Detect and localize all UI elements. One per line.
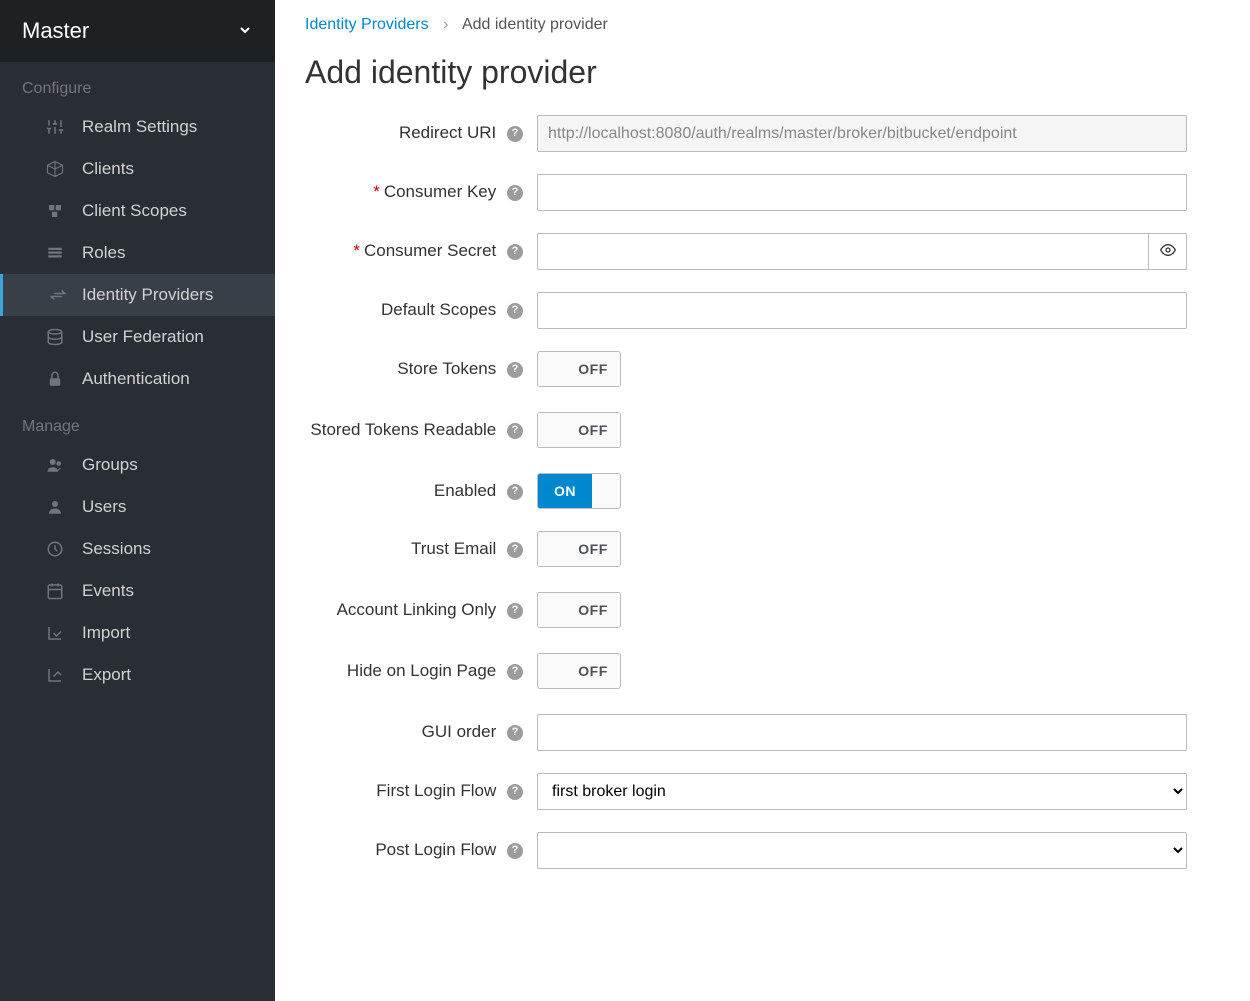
help-icon[interactable]: ? — [507, 603, 523, 619]
sidebar-item-label: Sessions — [82, 539, 151, 559]
section-header-manage: Manage — [0, 400, 275, 444]
consumer-secret-input[interactable] — [537, 233, 1149, 270]
gui-order-input[interactable] — [537, 714, 1187, 751]
sidebar-item-realm-settings[interactable]: Realm Settings — [0, 106, 275, 148]
sidebar: Master Configure Realm Settings Clients … — [0, 0, 275, 1001]
database-icon — [44, 326, 66, 348]
account-linking-only-label: Account Linking Only ? — [305, 592, 537, 622]
realm-selector[interactable]: Master — [0, 0, 275, 62]
sidebar-item-clients[interactable]: Clients — [0, 148, 275, 190]
first-login-flow-label: First Login Flow ? — [305, 773, 537, 803]
realm-name: Master — [22, 18, 89, 44]
help-icon[interactable]: ? — [507, 303, 523, 319]
clock-icon — [44, 538, 66, 560]
hide-on-login-page-toggle[interactable]: ONOFF — [537, 653, 621, 689]
sidebar-item-label: Authentication — [82, 369, 190, 389]
gui-order-label: GUI order ? — [305, 714, 537, 744]
help-icon[interactable]: ? — [507, 542, 523, 558]
help-icon[interactable]: ? — [507, 423, 523, 439]
post-login-flow-select[interactable] — [537, 832, 1187, 869]
trust-email-toggle[interactable]: ONOFF — [537, 531, 621, 567]
main-content: Identity Providers › Add identity provid… — [275, 0, 1250, 1001]
chevron-down-icon — [237, 22, 253, 41]
default-scopes-label: Default Scopes ? — [305, 292, 537, 322]
sidebar-item-export[interactable]: Export — [0, 654, 275, 696]
sidebar-item-label: Export — [82, 665, 131, 685]
list-icon — [44, 242, 66, 264]
reveal-password-button[interactable] — [1149, 233, 1187, 270]
breadcrumb: Identity Providers › Add identity provid… — [305, 16, 1220, 34]
sidebar-item-label: Users — [82, 497, 126, 517]
help-icon[interactable]: ? — [507, 126, 523, 142]
enabled-toggle[interactable]: ONOFF — [537, 473, 621, 509]
consumer-key-input[interactable] — [537, 174, 1187, 211]
consumer-key-label: *Consumer Key ? — [305, 174, 537, 204]
help-icon[interactable]: ? — [507, 784, 523, 800]
sliders-icon — [44, 116, 66, 138]
sidebar-item-identity-providers[interactable]: Identity Providers — [0, 274, 275, 316]
help-icon[interactable]: ? — [507, 664, 523, 680]
section-header-configure: Configure — [0, 62, 275, 106]
chevron-right-icon: › — [443, 16, 448, 33]
sidebar-item-sessions[interactable]: Sessions — [0, 528, 275, 570]
sidebar-item-label: Realm Settings — [82, 117, 197, 137]
redirect-uri-label: Redirect URI ? — [305, 115, 537, 145]
help-icon[interactable]: ? — [507, 725, 523, 741]
store-tokens-label: Store Tokens ? — [305, 351, 537, 381]
stored-tokens-readable-toggle[interactable]: ONOFF — [537, 412, 621, 448]
account-linking-only-toggle[interactable]: ONOFF — [537, 592, 621, 628]
lock-icon — [44, 368, 66, 390]
users-icon — [44, 454, 66, 476]
default-scopes-input[interactable] — [537, 292, 1187, 329]
sidebar-item-label: Import — [82, 623, 130, 643]
sidebar-item-import[interactable]: Import — [0, 612, 275, 654]
sidebar-item-client-scopes[interactable]: Client Scopes — [0, 190, 275, 232]
sidebar-item-events[interactable]: Events — [0, 570, 275, 612]
sidebar-item-label: Groups — [82, 455, 138, 475]
help-icon[interactable]: ? — [507, 185, 523, 201]
cubes-icon — [44, 200, 66, 222]
sidebar-item-label: Roles — [82, 243, 125, 263]
sidebar-item-groups[interactable]: Groups — [0, 444, 275, 486]
redirect-uri-input[interactable] — [537, 115, 1187, 152]
first-login-flow-select[interactable]: first broker login — [537, 773, 1187, 810]
stored-tokens-readable-label: Stored Tokens Readable ? — [305, 412, 537, 442]
help-icon[interactable]: ? — [507, 843, 523, 859]
page-title: Add identity provider — [305, 54, 1220, 91]
consumer-secret-label: *Consumer Secret ? — [305, 233, 537, 263]
sidebar-item-user-federation[interactable]: User Federation — [0, 316, 275, 358]
sidebar-item-roles[interactable]: Roles — [0, 232, 275, 274]
store-tokens-toggle[interactable]: ONOFF — [537, 351, 621, 387]
user-icon — [44, 496, 66, 518]
enabled-label: Enabled ? — [305, 473, 537, 503]
import-icon — [44, 622, 66, 644]
help-icon[interactable]: ? — [507, 484, 523, 500]
calendar-icon — [44, 580, 66, 602]
export-icon — [44, 664, 66, 686]
cube-icon — [44, 158, 66, 180]
sidebar-item-label: Client Scopes — [82, 201, 187, 221]
breadcrumb-current: Add identity provider — [462, 16, 608, 33]
sidebar-item-label: User Federation — [82, 327, 204, 347]
sidebar-item-authentication[interactable]: Authentication — [0, 358, 275, 400]
breadcrumb-parent-link[interactable]: Identity Providers — [305, 16, 429, 33]
eye-icon — [1160, 242, 1176, 262]
help-icon[interactable]: ? — [507, 362, 523, 378]
sidebar-item-label: Events — [82, 581, 134, 601]
exchange-icon — [47, 284, 69, 306]
trust-email-label: Trust Email ? — [305, 531, 537, 561]
sidebar-item-label: Identity Providers — [82, 285, 213, 305]
hide-on-login-page-label: Hide on Login Page ? — [305, 653, 537, 683]
post-login-flow-label: Post Login Flow ? — [305, 832, 537, 862]
sidebar-item-label: Clients — [82, 159, 134, 179]
sidebar-item-users[interactable]: Users — [0, 486, 275, 528]
help-icon[interactable]: ? — [507, 244, 523, 260]
